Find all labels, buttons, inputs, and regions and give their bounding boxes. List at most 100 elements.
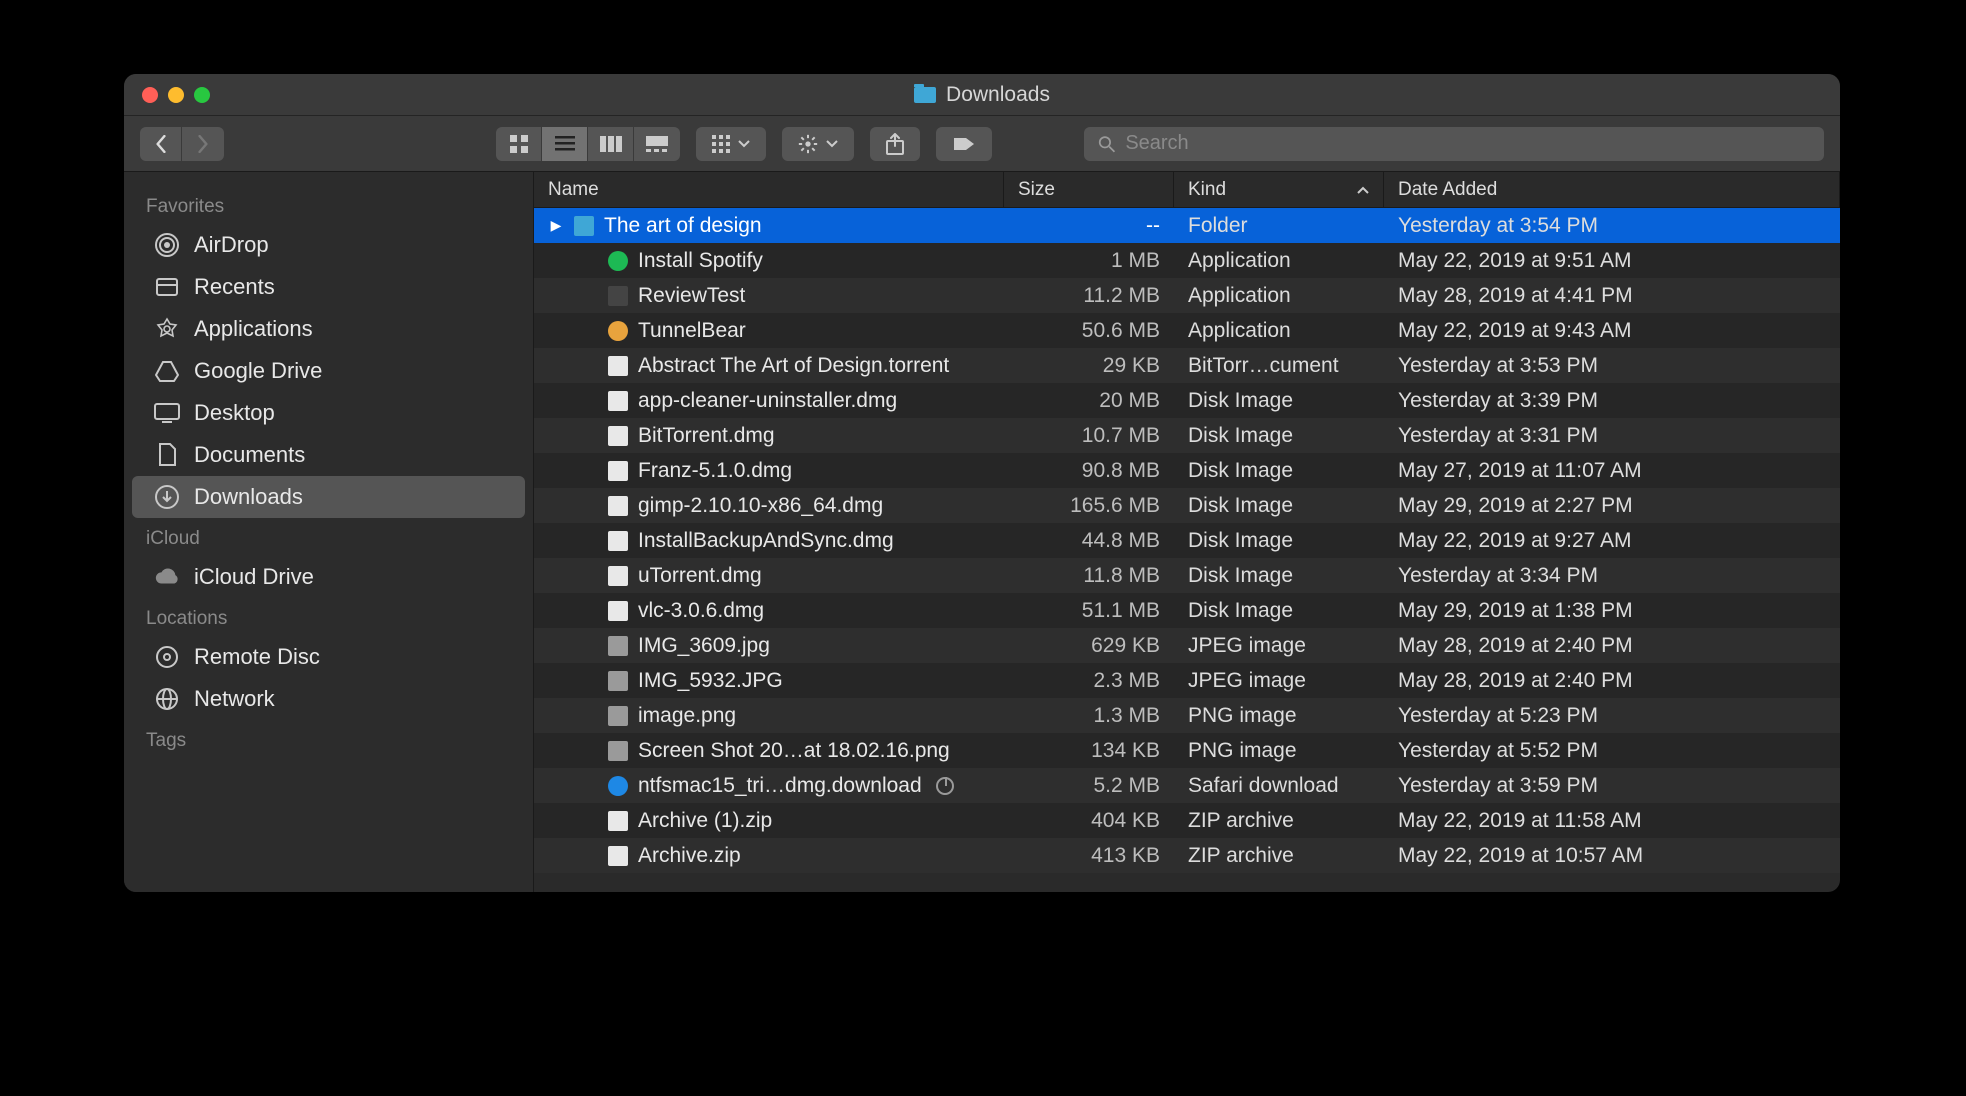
sidebar-item-icloud-drive[interactable]: iCloud Drive — [132, 556, 525, 598]
window-title-text: Downloads — [946, 83, 1050, 107]
cell-date: Yesterday at 3:34 PM — [1384, 564, 1840, 588]
content-area: Name Size Kind Date Added ▶ The art of de… — [534, 172, 1840, 892]
file-list[interactable]: ▶The art of design--FolderYesterday at 3… — [534, 208, 1840, 892]
cell-size: 44.8 MB — [1004, 529, 1174, 553]
cell-date: May 28, 2019 at 2:40 PM — [1384, 634, 1840, 658]
file-name: Abstract The Art of Design.torrent — [638, 354, 949, 378]
cell-size: 5.2 MB — [1004, 774, 1174, 798]
file-name: image.png — [638, 704, 736, 728]
table-row[interactable]: ntfsmac15_tri…dmg.download5.2 MBSafari d… — [534, 768, 1840, 803]
table-row[interactable]: InstallBackupAndSync.dmg44.8 MBDisk Imag… — [534, 523, 1840, 558]
gallery-view-button[interactable] — [634, 127, 680, 161]
cell-size: -- — [1004, 214, 1174, 238]
document-icon — [608, 461, 628, 481]
cell-size: 413 KB — [1004, 844, 1174, 868]
table-row[interactable]: Franz-5.1.0.dmg90.8 MBDisk ImageMay 27, … — [534, 453, 1840, 488]
sidebar-item-documents[interactable]: Documents — [132, 434, 525, 476]
document-icon — [608, 496, 628, 516]
table-row[interactable]: gimp-2.10.10-x86_64.dmg165.6 MBDisk Imag… — [534, 488, 1840, 523]
table-row[interactable]: ReviewTest11.2 MBApplicationMay 28, 2019… — [534, 278, 1840, 313]
sidebar-item-downloads[interactable]: Downloads — [132, 476, 525, 518]
cell-date: May 27, 2019 at 11:07 AM — [1384, 459, 1840, 483]
table-row[interactable]: app-cleaner-uninstaller.dmg20 MBDisk Ima… — [534, 383, 1840, 418]
close-button[interactable] — [142, 87, 158, 103]
table-row[interactable]: IMG_3609.jpg629 KBJPEG imageMay 28, 2019… — [534, 628, 1840, 663]
file-name: InstallBackupAndSync.dmg — [638, 529, 894, 553]
sidebar-heading: iCloud — [124, 518, 533, 556]
table-row[interactable]: IMG_5932.JPG2.3 MBJPEG imageMay 28, 2019… — [534, 663, 1840, 698]
sidebar-item-remote-disc[interactable]: Remote Disc — [132, 636, 525, 678]
icon-view-button[interactable] — [496, 127, 542, 161]
gallery-icon — [646, 136, 668, 152]
column-size[interactable]: Size — [1004, 172, 1174, 207]
minimize-button[interactable] — [168, 87, 184, 103]
gear-icon — [798, 134, 818, 154]
table-row[interactable]: vlc-3.0.6.dmg51.1 MBDisk ImageMay 29, 20… — [534, 593, 1840, 628]
sidebar-item-label: Desktop — [194, 400, 275, 426]
sidebar-item-airdrop[interactable]: AirDrop — [132, 224, 525, 266]
table-row[interactable]: image.png1.3 MBPNG imageYesterday at 5:2… — [534, 698, 1840, 733]
cell-name: Abstract The Art of Design.torrent — [534, 354, 1004, 378]
table-row[interactable]: uTorrent.dmg11.8 MBDisk ImageYesterday a… — [534, 558, 1840, 593]
cell-name: ntfsmac15_tri…dmg.download — [534, 774, 1004, 798]
table-row[interactable]: TunnelBear50.6 MBApplicationMay 22, 2019… — [534, 313, 1840, 348]
toolbar — [124, 116, 1840, 172]
table-row[interactable]: Screen Shot 20…at 18.02.16.png134 KBPNG … — [534, 733, 1840, 768]
back-button[interactable] — [140, 127, 182, 161]
icloud-icon — [154, 564, 180, 590]
column-name[interactable]: Name — [534, 172, 1004, 207]
search-field[interactable] — [1084, 127, 1824, 161]
table-row[interactable]: Archive (1).zip 404 KBZIP archiveMay 22, … — [534, 803, 1840, 838]
maximize-button[interactable] — [194, 87, 210, 103]
desktop-icon — [154, 400, 180, 426]
file-name: app-cleaner-uninstaller.dmg — [638, 389, 897, 413]
sidebar-item-desktop[interactable]: Desktop — [132, 392, 525, 434]
cell-size: 11.2 MB — [1004, 284, 1174, 308]
cell-size: 629 KB — [1004, 634, 1174, 658]
cell-size: 165.6 MB — [1004, 494, 1174, 518]
sidebar-item-recents[interactable]: Recents — [132, 266, 525, 308]
sidebar-item-label: Google Drive — [194, 358, 322, 384]
cell-size: 2.3 MB — [1004, 669, 1174, 693]
table-row[interactable]: ▶ The art of design --FolderYesterday at 3… — [534, 208, 1840, 243]
finder-window: Downloads — [124, 74, 1840, 892]
sidebar-item-google-drive[interactable]: Google Drive — [132, 350, 525, 392]
forward-button[interactable] — [182, 127, 224, 161]
cell-kind: PNG image — [1174, 739, 1384, 763]
cell-date: Yesterday at 5:52 PM — [1384, 739, 1840, 763]
window-controls — [142, 87, 210, 103]
arrange-button[interactable] — [696, 127, 766, 161]
cell-size: 50.6 MB — [1004, 319, 1174, 343]
cell-name: BitTorrent.dmg — [534, 424, 1004, 448]
file-name: Archive (1).zip — [638, 809, 772, 833]
tags-button[interactable] — [936, 127, 992, 161]
cell-date: Yesterday at 3:53 PM — [1384, 354, 1840, 378]
cell-date: May 22, 2019 at 9:43 AM — [1384, 319, 1840, 343]
cell-date: Yesterday at 3:59 PM — [1384, 774, 1840, 798]
table-row[interactable]: Install Spotify1 MBApplicationMay 22, 20… — [534, 243, 1840, 278]
airdrop-icon — [154, 232, 180, 258]
disclosure-triangle-icon[interactable]: ▶ — [548, 217, 564, 234]
table-row[interactable]: Archive.zip413 KBZIP archiveMay 22, 2019… — [534, 838, 1840, 873]
search-input[interactable] — [1125, 132, 1810, 155]
sidebar-item-applications[interactable]: Applications — [132, 308, 525, 350]
table-row[interactable]: BitTorrent.dmg10.7 MBDisk ImageYesterday… — [534, 418, 1840, 453]
column-view-button[interactable] — [588, 127, 634, 161]
share-button[interactable] — [870, 127, 920, 161]
table-row[interactable]: Abstract The Art of Design.torrent29 KBB… — [534, 348, 1840, 383]
column-date[interactable]: Date Added — [1384, 172, 1840, 207]
sidebar-item-label: AirDrop — [194, 232, 269, 258]
column-kind[interactable]: Kind — [1174, 172, 1384, 207]
sidebar-item-network[interactable]: Network — [132, 678, 525, 720]
cell-date: May 22, 2019 at 11:58 AM — [1384, 809, 1840, 833]
list-view-button[interactable] — [542, 127, 588, 161]
file-name: The art of design — [604, 214, 762, 238]
file-name: gimp-2.10.10-x86_64.dmg — [638, 494, 883, 518]
cell-kind: Folder — [1174, 214, 1384, 238]
cell-date: Yesterday at 3:54 PM — [1384, 214, 1840, 238]
cell-name: app-cleaner-uninstaller.dmg — [534, 389, 1004, 413]
cell-size: 404 KB — [1004, 809, 1174, 833]
cell-kind: ZIP archive — [1174, 809, 1384, 833]
cell-size: 90.8 MB — [1004, 459, 1174, 483]
action-button[interactable] — [782, 127, 854, 161]
